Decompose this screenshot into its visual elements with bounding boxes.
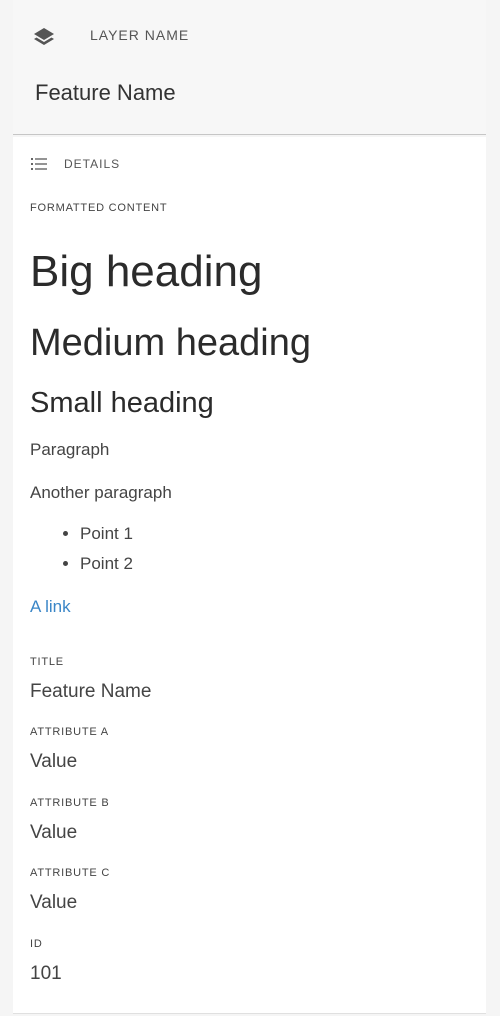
paragraph: Paragraph xyxy=(30,440,110,459)
details-tab[interactable]: DETAILS xyxy=(31,157,120,171)
attribute-value: Value xyxy=(30,822,78,843)
content-link[interactable]: A link xyxy=(30,597,71,617)
list-item: Point 2 xyxy=(80,553,133,583)
bullet-list: Point 1 Point 2 xyxy=(60,523,133,583)
medium-heading: Medium heading xyxy=(30,322,311,364)
feature-title: Feature Name xyxy=(35,80,176,105)
details-label: DETAILS xyxy=(64,157,121,171)
layers-icon xyxy=(32,25,56,49)
attribute-value: Value xyxy=(30,751,78,772)
list-icon xyxy=(31,157,47,171)
attribute-label: ATTRIBUTE A xyxy=(30,726,109,738)
big-heading: Big heading xyxy=(30,247,263,296)
formatted-content-label: FORMATTED CONTENT xyxy=(30,202,168,214)
attribute-value: Value xyxy=(30,892,78,913)
feature-header: LAYER NAME Feature Name xyxy=(13,0,486,135)
attribute-label: ID xyxy=(30,938,43,950)
paragraph: Another paragraph xyxy=(30,483,172,502)
layer-name: LAYER NAME xyxy=(90,27,190,43)
attribute-label: ATTRIBUTE B xyxy=(30,797,110,809)
details-panel: DETAILS FORMATTED CONTENT Big heading Me… xyxy=(13,137,486,1014)
small-heading: Small heading xyxy=(30,387,214,419)
attribute-value: 101 xyxy=(30,963,62,984)
attribute-label: ATTRIBUTE C xyxy=(30,867,111,879)
attribute-value: Feature Name xyxy=(30,681,152,702)
attribute-label: TITLE xyxy=(30,656,64,668)
list-item: Point 1 xyxy=(80,523,133,553)
